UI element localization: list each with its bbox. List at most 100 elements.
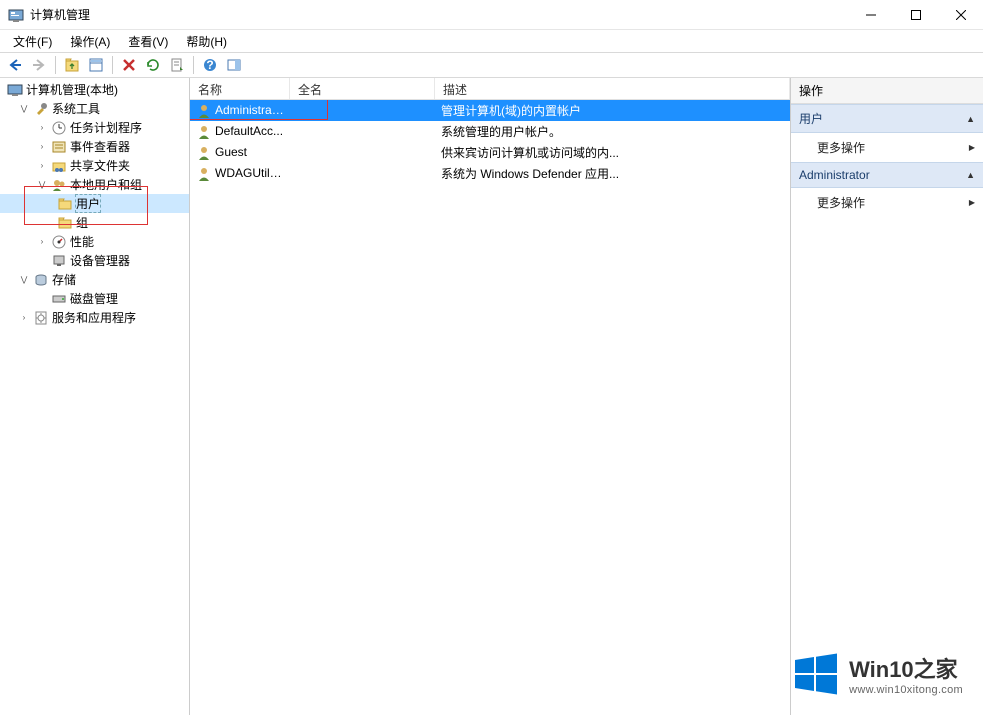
tree-system-tools[interactable]: ⋁ 系统工具 bbox=[0, 99, 189, 118]
menu-file[interactable]: 文件(F) bbox=[6, 31, 59, 52]
chevron-right-icon[interactable]: › bbox=[36, 160, 48, 172]
tree-users[interactable]: 用户 bbox=[0, 194, 189, 213]
tree-label: 存储 bbox=[52, 271, 76, 288]
action-more-1[interactable]: 更多操作 ▶ bbox=[791, 133, 983, 162]
list-header: 名称 全名 描述 bbox=[190, 78, 790, 100]
services-icon bbox=[33, 310, 49, 326]
tree-label: 服务和应用程序 bbox=[52, 309, 136, 326]
maximize-button[interactable] bbox=[893, 0, 938, 30]
tree-label: 磁盘管理 bbox=[70, 290, 118, 307]
list-row[interactable]: WDAGUtilit... 系统为 Windows Defender 应用... bbox=[190, 163, 790, 184]
user-icon bbox=[196, 166, 212, 182]
cell-description: 管理计算机(域)的内置帐户 bbox=[435, 102, 790, 119]
nav-back-button[interactable] bbox=[4, 54, 26, 76]
action-link-label: 更多操作 bbox=[817, 139, 865, 156]
tree-root[interactable]: 计算机管理(本地) bbox=[0, 80, 189, 99]
title-left: 计算机管理 bbox=[0, 6, 90, 23]
help-button[interactable]: ? bbox=[199, 54, 221, 76]
window-controls bbox=[848, 0, 983, 30]
action-section-user[interactable]: 用户 ▲ bbox=[791, 104, 983, 133]
tree-label: 系统工具 bbox=[52, 100, 100, 117]
column-description[interactable]: 描述 bbox=[435, 78, 790, 99]
delete-button[interactable] bbox=[118, 54, 140, 76]
menu-action[interactable]: 操作(A) bbox=[63, 31, 117, 52]
menu-view[interactable]: 查看(V) bbox=[121, 31, 175, 52]
chevron-up-icon: ▲ bbox=[966, 170, 975, 180]
app-icon bbox=[8, 7, 24, 23]
nav-forward-button[interactable] bbox=[28, 54, 50, 76]
tree-label: 本地用户和组 bbox=[70, 176, 142, 193]
tree-storage[interactable]: ⋁ 存储 bbox=[0, 270, 189, 289]
storage-icon bbox=[33, 272, 49, 288]
titlebar: 计算机管理 bbox=[0, 0, 983, 30]
tree-performance[interactable]: › 性能 bbox=[0, 232, 189, 251]
clock-icon bbox=[51, 120, 67, 136]
tree-local-users-groups[interactable]: ⋁ 本地用户和组 bbox=[0, 175, 189, 194]
event-icon bbox=[51, 139, 67, 155]
user-icon bbox=[196, 103, 212, 119]
tree-event-viewer[interactable]: › 事件查看器 bbox=[0, 137, 189, 156]
minimize-button[interactable] bbox=[848, 0, 893, 30]
tree-services-apps[interactable]: › 服务和应用程序 bbox=[0, 308, 189, 327]
menubar: 文件(F) 操作(A) 查看(V) 帮助(H) bbox=[0, 30, 983, 52]
tree-label: 任务计划程序 bbox=[70, 119, 142, 136]
cell-name: WDAGUtilit... bbox=[190, 166, 290, 182]
window-title: 计算机管理 bbox=[30, 6, 90, 23]
chevron-right-icon[interactable]: › bbox=[36, 141, 48, 153]
tree-label: 事件查看器 bbox=[70, 138, 130, 155]
no-expander bbox=[36, 255, 48, 267]
chevron-right-icon[interactable]: › bbox=[36, 236, 48, 248]
column-name[interactable]: 名称 bbox=[190, 78, 290, 99]
list-body[interactable]: Administrat... 管理计算机(域)的内置帐户 DefaultAcc...… bbox=[190, 100, 790, 715]
action-section-admin[interactable]: Administrator ▲ bbox=[791, 162, 983, 188]
refresh-button[interactable] bbox=[142, 54, 164, 76]
tools-icon bbox=[33, 101, 49, 117]
chevron-right-icon[interactable]: › bbox=[36, 122, 48, 134]
chevron-down-icon[interactable]: ⋁ bbox=[18, 274, 30, 286]
chevron-right-icon[interactable]: › bbox=[18, 312, 30, 324]
tree-shared-folders[interactable]: › 共享文件夹 bbox=[0, 156, 189, 175]
performance-icon bbox=[51, 234, 67, 250]
toolbar-separator bbox=[55, 56, 56, 74]
tree-panel[interactable]: 计算机管理(本地) ⋁ 系统工具 › 任务计划程序 › 事件查看器 › 共享文件… bbox=[0, 78, 190, 715]
svg-text:?: ? bbox=[206, 58, 213, 72]
cell-name: DefaultAcc... bbox=[190, 124, 290, 140]
disk-icon bbox=[51, 291, 67, 307]
list-row[interactable]: DefaultAcc...系统管理的用户帐户。 bbox=[190, 121, 790, 142]
close-button[interactable] bbox=[938, 0, 983, 30]
tree-device-manager[interactable]: 设备管理器 bbox=[0, 251, 189, 270]
cell-name: Guest bbox=[190, 145, 290, 161]
user-icon bbox=[196, 145, 212, 161]
action-pane-toggle-button[interactable] bbox=[223, 54, 245, 76]
list-panel: 名称 全名 描述 Administrat... 管理计算机(域)的内置帐户 Defa… bbox=[190, 78, 791, 715]
tree-groups[interactable]: 组 bbox=[0, 213, 189, 232]
tree-root-label: 计算机管理(本地) bbox=[26, 81, 118, 98]
actions-title: 操作 bbox=[791, 78, 983, 104]
menu-help[interactable]: 帮助(H) bbox=[179, 31, 234, 52]
tree-label: 组 bbox=[76, 214, 88, 231]
shared-folder-icon bbox=[51, 158, 67, 174]
chevron-right-icon: ▶ bbox=[969, 143, 975, 152]
device-icon bbox=[51, 253, 67, 269]
content: 计算机管理(本地) ⋁ 系统工具 › 任务计划程序 › 事件查看器 › 共享文件… bbox=[0, 78, 983, 715]
actions-panel: 操作 用户 ▲ 更多操作 ▶ Administrator ▲ 更多操作 ▶ bbox=[791, 78, 983, 715]
folder-icon bbox=[57, 215, 73, 231]
list-row[interactable]: Guest 供来宾访问计算机或访问域的内... bbox=[190, 142, 790, 163]
users-groups-icon bbox=[51, 177, 67, 193]
tree-task-scheduler[interactable]: › 任务计划程序 bbox=[0, 118, 189, 137]
chevron-down-icon[interactable]: ⋁ bbox=[36, 179, 48, 191]
cell-name: Administrat... bbox=[190, 103, 290, 119]
column-fullname[interactable]: 全名 bbox=[290, 78, 435, 99]
up-button[interactable] bbox=[61, 54, 83, 76]
chevron-down-icon[interactable]: ⋁ bbox=[18, 103, 30, 115]
folder-icon bbox=[57, 196, 73, 212]
show-properties-button[interactable] bbox=[85, 54, 107, 76]
toolbar-separator bbox=[112, 56, 113, 74]
action-more-2[interactable]: 更多操作 ▶ bbox=[791, 188, 983, 217]
list-row[interactable]: Administrat... 管理计算机(域)的内置帐户 bbox=[190, 100, 790, 121]
cell-description: 供来宾访问计算机或访问域的内... bbox=[435, 144, 790, 161]
cell-description: 系统为 Windows Defender 应用... bbox=[435, 165, 790, 182]
tree-disk-management[interactable]: 磁盘管理 bbox=[0, 289, 189, 308]
export-list-button[interactable] bbox=[166, 54, 188, 76]
chevron-right-icon: ▶ bbox=[969, 198, 975, 207]
